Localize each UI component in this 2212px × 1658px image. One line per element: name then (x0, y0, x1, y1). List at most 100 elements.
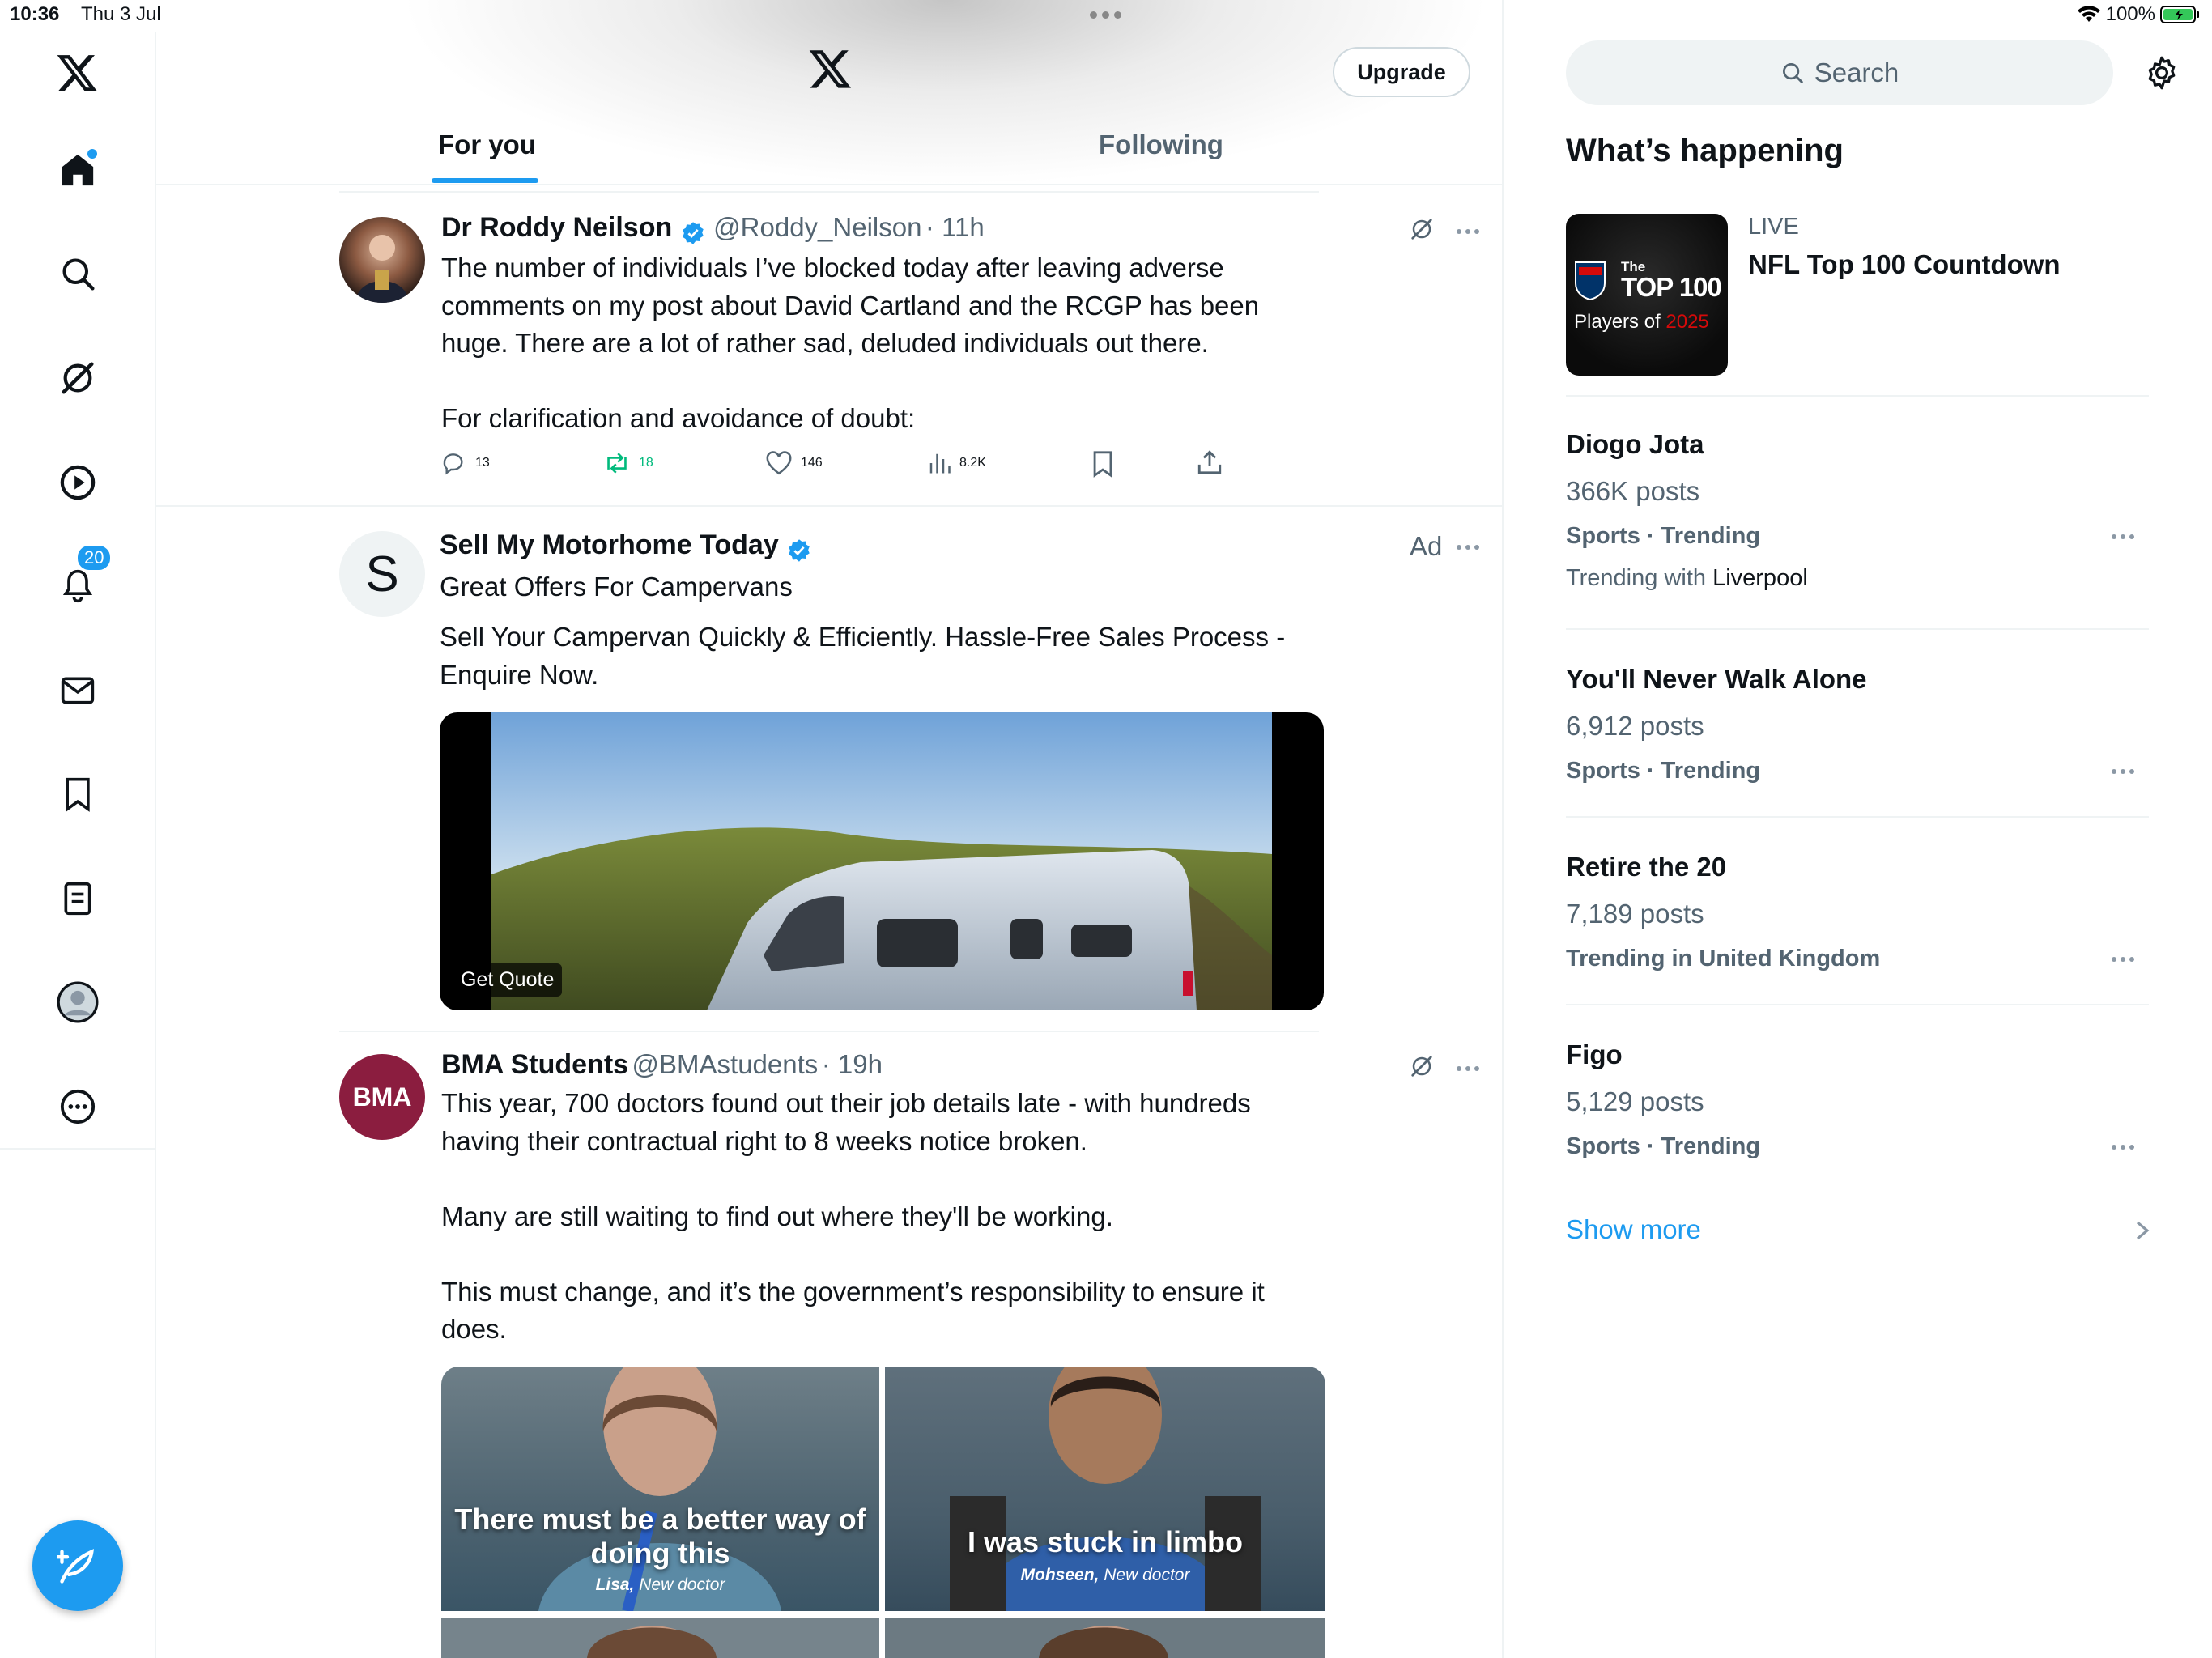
tweet[interactable]: Dr Roddy Neilson @Roddy_Neilson · 11h Th… (339, 191, 1479, 505)
more-icon[interactable] (53, 1082, 102, 1131)
heart-icon (766, 451, 792, 475)
trend-title[interactable]: Diogo Jota (1566, 429, 1704, 460)
post-time[interactable]: · 11h (925, 212, 985, 242)
play-icon[interactable] (53, 458, 102, 507)
image-quote: There must be a better way of doing this (454, 1503, 866, 1570)
left-navigation: 20 (0, 32, 156, 1658)
trend-category: Sports · Trending (1566, 758, 1761, 784)
active-tab-indicator (432, 178, 538, 183)
avatar[interactable]: BMA (339, 1054, 425, 1140)
trend-context: Trending with Liverpool (1566, 565, 1808, 592)
more-options-icon[interactable] (1457, 1066, 1479, 1071)
author-name[interactable]: Dr Roddy Neilson (441, 212, 672, 243)
tweet-text: The number of individuals I’ve blocked t… (441, 253, 1260, 433)
search-bar[interactable]: Search (1566, 40, 2113, 105)
settings-gear-icon[interactable] (2144, 55, 2180, 91)
chevron-right-icon[interactable] (2134, 1219, 2150, 1242)
trend-more-icon[interactable] (2112, 769, 2134, 774)
nfl-shield-icon (1575, 261, 1606, 301)
author-handle[interactable]: @BMAstudents (632, 1049, 819, 1079)
post-time[interactable]: · 19h (822, 1049, 883, 1079)
trend-title[interactable]: Figo (1566, 1039, 1623, 1070)
avatar[interactable]: S (339, 531, 425, 617)
view-count: 8.2K (959, 456, 986, 470)
verified-badge-icon (789, 539, 810, 562)
tab-for-you[interactable]: For you (438, 130, 536, 160)
search-icon[interactable] (53, 249, 102, 298)
trend-post-count: 366K posts (1566, 476, 1700, 506)
upgrade-button[interactable]: Upgrade (1333, 47, 1470, 97)
reply-icon (443, 453, 463, 475)
tweet-text: This year, 700 doctors found out their j… (441, 1088, 1265, 1344)
tab-following[interactable]: Following (1099, 130, 1223, 160)
attribution-name: Mohseen, (1020, 1566, 1100, 1584)
grok-icon[interactable] (53, 354, 102, 402)
x-header-logo-icon (809, 50, 853, 91)
media-image[interactable]: There must be a better way of doing this… (441, 1367, 879, 1611)
get-quote-button[interactable]: Get Quote (453, 963, 563, 997)
tweet-text: Sell Your Campervan Quickly & Efficientl… (440, 622, 1286, 690)
media-grid: There must be a better way of doing this… (441, 1367, 1325, 1658)
bell-icon[interactable]: 20 (53, 544, 113, 610)
campervan-image (491, 712, 1272, 1010)
trend-title[interactable]: Retire the 20 (1566, 852, 1726, 882)
live-event-card[interactable]: The TOP 100 Players of 2025 LIVE NFL Top… (1566, 214, 2149, 376)
trend-title[interactable]: You'll Never Walk Alone (1566, 664, 1867, 695)
trend-post-count: 6,912 posts (1566, 711, 1704, 741)
thumb-top100: TOP 100 (1621, 272, 1722, 302)
trend-more-icon[interactable] (2112, 534, 2134, 539)
ad-tweet[interactable]: S Sell My Motorhome Today Ad Great Offer… (339, 507, 1479, 1031)
trend-post-count: 5,129 posts (1566, 1086, 1704, 1116)
more-options-icon[interactable] (1457, 229, 1479, 234)
attribution-role: New doctor (1104, 1566, 1190, 1584)
battery-percent: 100% (2105, 3, 2155, 25)
bookmark-icon[interactable] (53, 770, 102, 818)
trend-more-icon[interactable] (2112, 957, 2134, 962)
attribution-role: New doctor (639, 1575, 725, 1594)
mail-icon[interactable] (53, 666, 102, 715)
author-name[interactable]: BMA Students (441, 1049, 628, 1080)
image-quote: I was stuck in limbo (967, 1525, 1244, 1558)
trend-context-value[interactable]: Liverpool (1712, 565, 1808, 591)
live-event-title: NFL Top 100 Countdown (1748, 249, 2061, 279)
bookmark-post-icon[interactable] (1091, 450, 1115, 478)
list-icon[interactable] (53, 874, 102, 923)
grok-explain-icon[interactable] (1410, 217, 1434, 241)
media-image[interactable] (441, 1618, 879, 1658)
show-more-link[interactable]: Show more (1566, 1214, 1701, 1245)
more-options-icon[interactable] (1457, 545, 1479, 550)
grok-explain-icon[interactable] (1410, 1054, 1434, 1078)
share-icon[interactable] (1196, 449, 1223, 476)
status-date: Thu 3 Jul (81, 3, 161, 25)
avatar[interactable] (339, 217, 425, 303)
trend-context-prefix: Trending with (1566, 565, 1707, 591)
status-time: 10:36 (10, 3, 60, 25)
trend-more-icon[interactable] (2112, 1145, 2134, 1150)
ad-media[interactable]: Get Quote (440, 712, 1324, 1010)
profile-icon[interactable] (53, 978, 102, 1027)
views-button[interactable]: 8.2K (927, 450, 986, 476)
media-image[interactable]: I was stuck in limbo Mohseen, New doctor (885, 1367, 1325, 1611)
trend-category: Trending in United Kingdom (1566, 946, 1881, 971)
compose-post-button[interactable] (32, 1520, 123, 1611)
home-icon[interactable] (53, 146, 102, 194)
media-image[interactable] (885, 1618, 1325, 1658)
author-handle[interactable]: @Roddy_Neilson (713, 212, 921, 242)
tabs-divider (156, 184, 1504, 185)
repost-icon (607, 453, 627, 474)
compose-feather-icon (57, 1549, 95, 1584)
trend-post-count: 7,189 posts (1566, 899, 1704, 929)
x-logo-icon[interactable] (53, 50, 102, 99)
search-icon (1782, 63, 1803, 83)
author-name[interactable]: Sell My Motorhome Today (440, 529, 779, 560)
notifications-badge: 20 (76, 544, 113, 572)
verified-badge-icon (682, 222, 704, 244)
like-button[interactable]: 146 (765, 450, 823, 476)
bma-logo-text: BMA (352, 1082, 412, 1112)
repost-button[interactable]: 18 (603, 450, 653, 476)
nav-divider (0, 1148, 156, 1150)
header-backdrop (399, 0, 1492, 186)
ad-label: Ad (1410, 531, 1443, 561)
reply-button[interactable]: 13 (441, 450, 490, 476)
tweet[interactable]: BMA BMA Students @BMAstudents · 19h This… (339, 1031, 1479, 1658)
